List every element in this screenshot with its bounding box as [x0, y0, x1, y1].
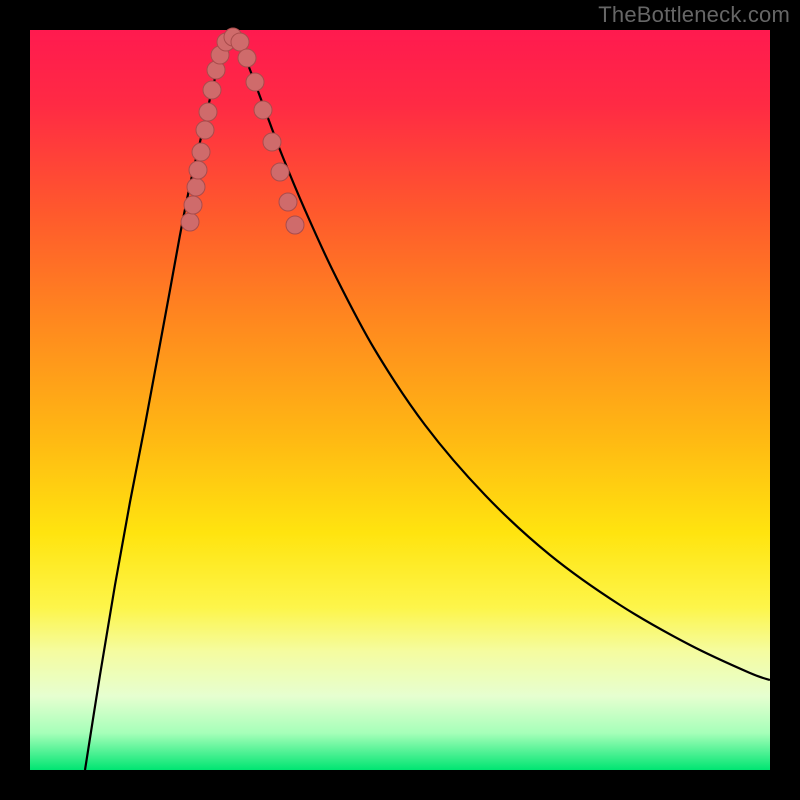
plot-frame — [30, 30, 770, 770]
data-dot — [199, 103, 217, 121]
data-dot — [263, 133, 281, 151]
data-dot — [238, 49, 256, 67]
data-dot — [189, 161, 207, 179]
data-dot — [246, 73, 264, 91]
data-dot — [286, 216, 304, 234]
data-dot — [192, 143, 210, 161]
dot-cluster — [181, 28, 304, 234]
data-dot — [196, 121, 214, 139]
data-dot — [279, 193, 297, 211]
data-dot — [181, 213, 199, 231]
data-dot — [203, 81, 221, 99]
watermark-text: TheBottleneck.com — [598, 2, 790, 28]
data-dot — [187, 178, 205, 196]
data-dot — [254, 101, 272, 119]
plot-svg — [30, 30, 770, 770]
curve-right — [235, 35, 770, 680]
data-dot — [231, 33, 249, 51]
data-dot — [184, 196, 202, 214]
data-dot — [271, 163, 289, 181]
